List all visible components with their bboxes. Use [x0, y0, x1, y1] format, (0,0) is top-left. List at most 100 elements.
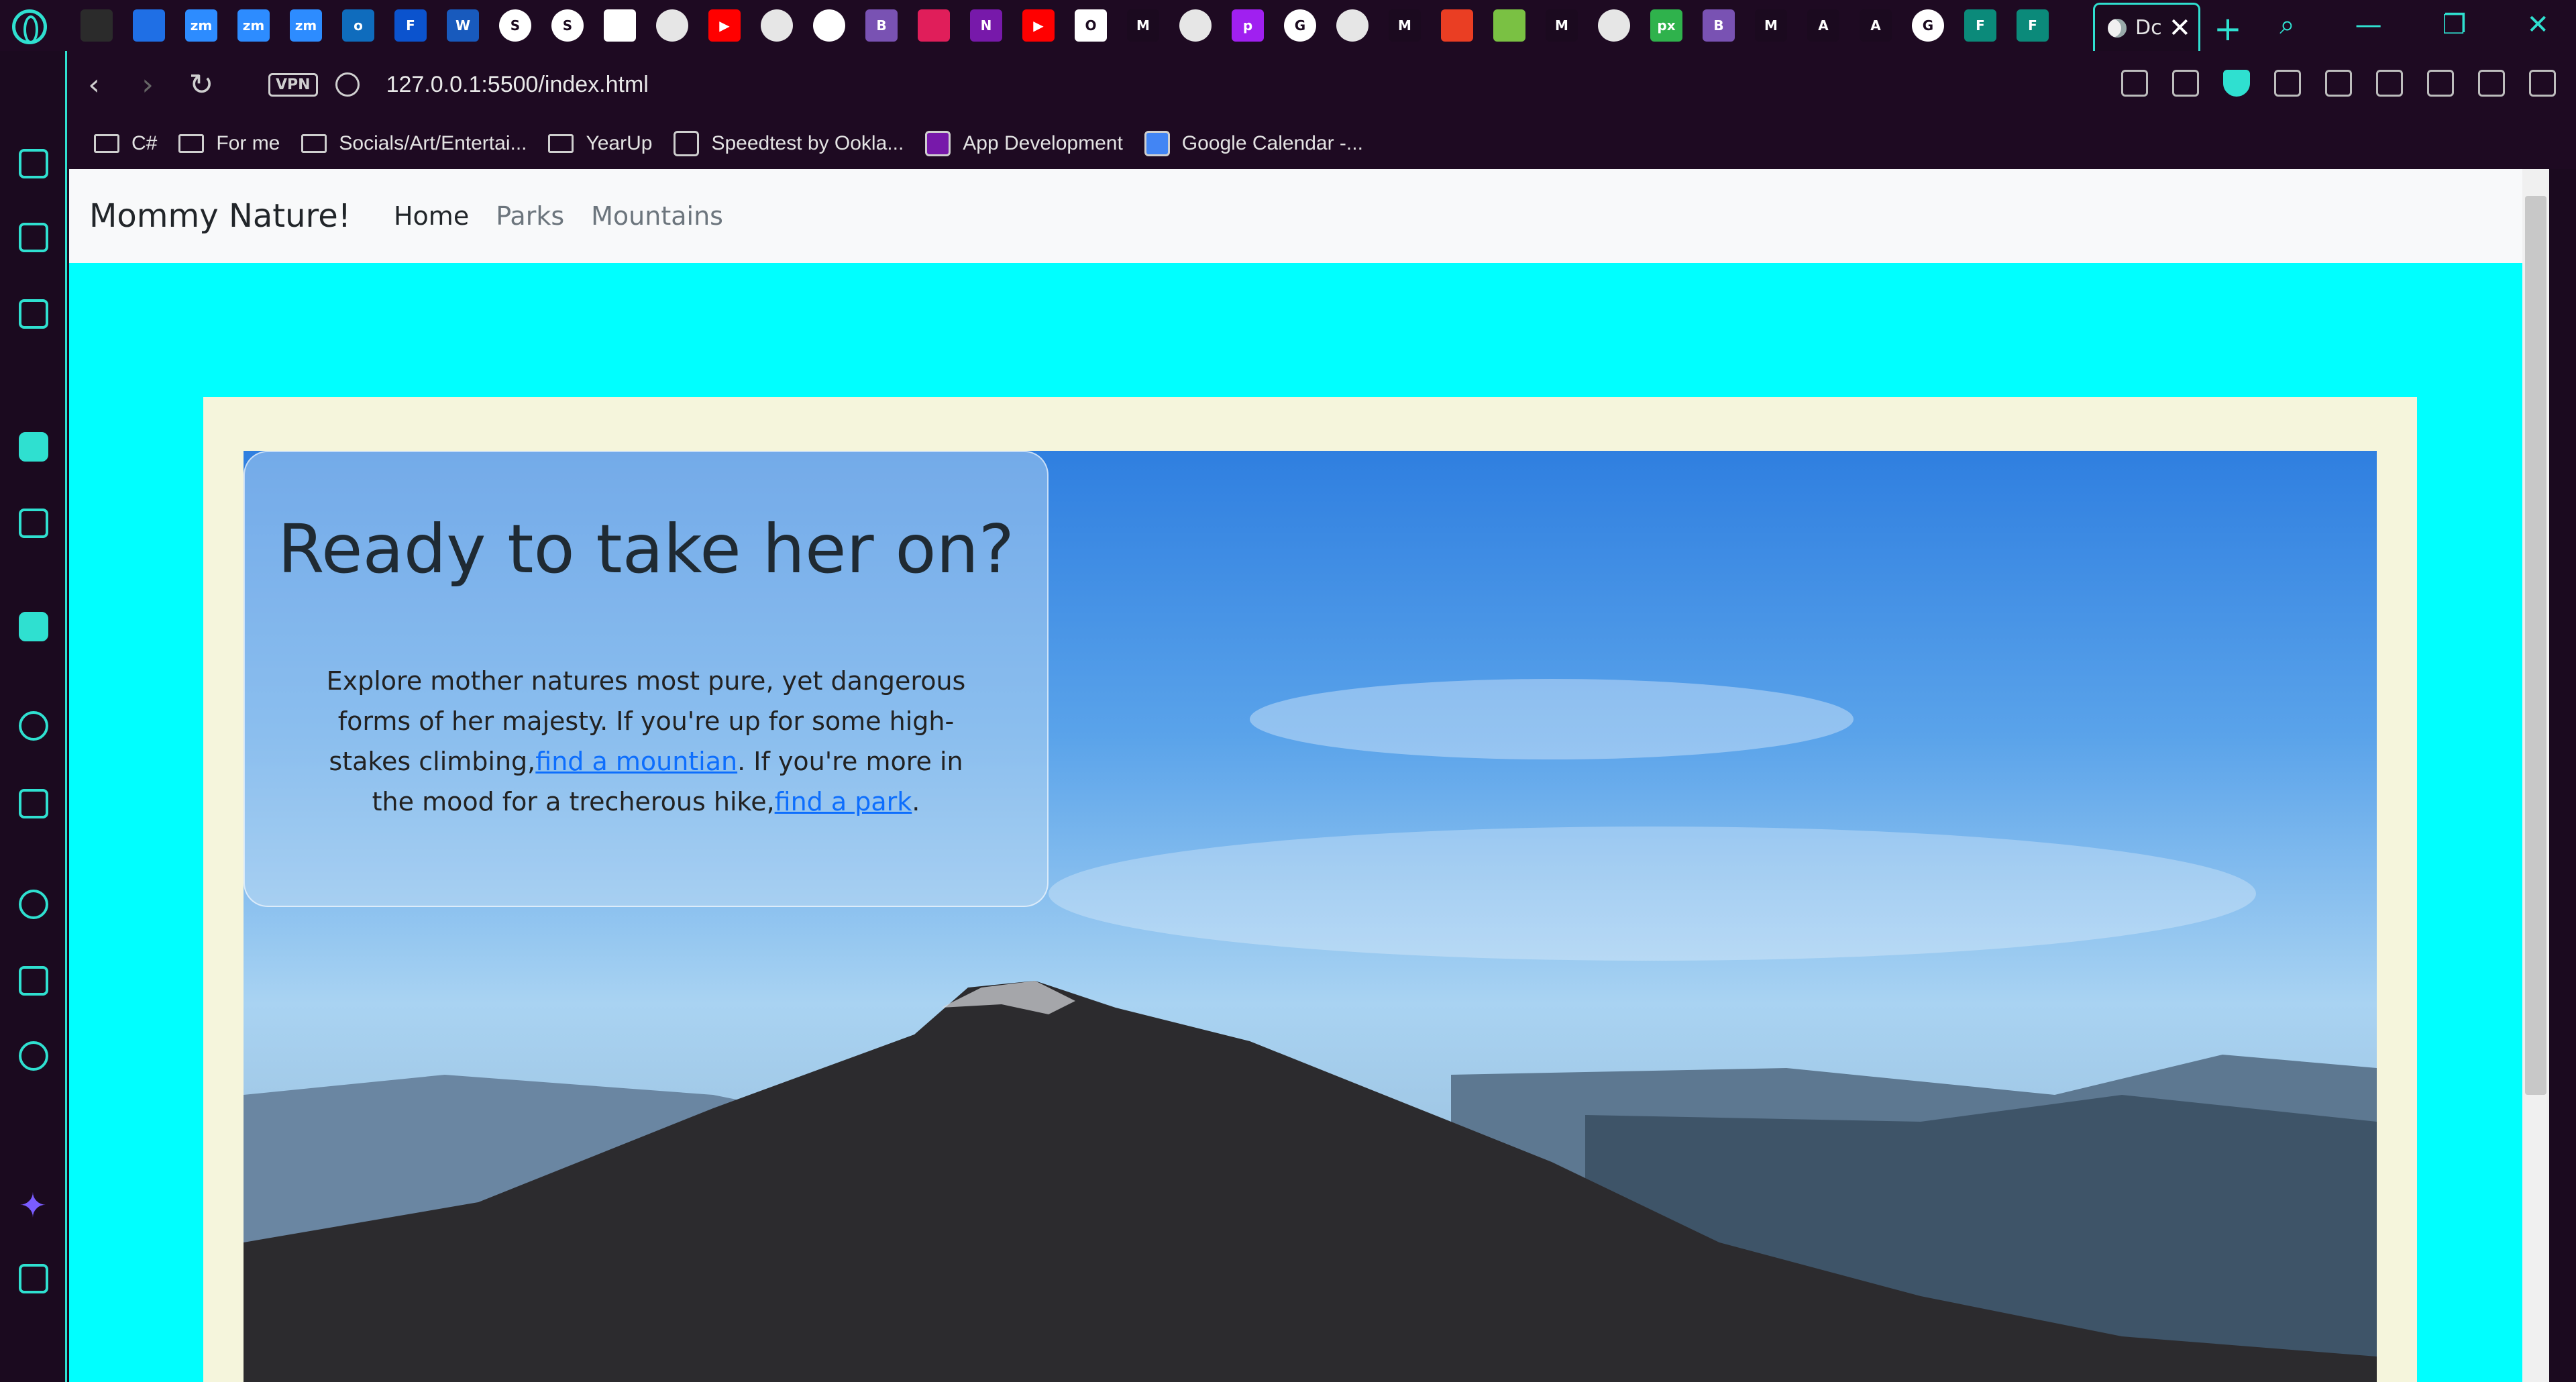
aria-ai-icon[interactable]: ✦ — [19, 1186, 47, 1225]
minimize-icon[interactable]: — — [2355, 9, 2382, 40]
gamepad-icon[interactable] — [80, 9, 113, 42]
word-icon[interactable]: W — [447, 9, 479, 42]
gamepad-icon[interactable] — [19, 509, 48, 538]
gallery-icon[interactable] — [19, 1264, 48, 1293]
opera-logo-icon[interactable] — [12, 9, 47, 44]
forms-icon[interactable]: F — [394, 9, 427, 42]
onenote-icon — [925, 131, 951, 156]
find-park-link[interactable]: find a park — [775, 787, 912, 816]
medium-icon[interactable]: M — [1127, 9, 1159, 42]
close-icon[interactable]: ✕ — [2526, 9, 2549, 40]
scrollbar-thumb[interactable] — [2525, 196, 2546, 1095]
camera-icon[interactable] — [2172, 70, 2199, 97]
bookmark-google-calendar[interactable]: Google Calendar -... — [1144, 131, 1363, 156]
globe-icon[interactable] — [1598, 9, 1630, 42]
bookmarks-bar: C# For me Socials/Art/Entertai... YearUp Spe… — [67, 118, 2576, 169]
folder-icon — [178, 134, 205, 153]
calendar-icon — [1144, 131, 1170, 156]
easy-setup-icon[interactable] — [2478, 70, 2505, 97]
office-icon[interactable] — [1441, 9, 1473, 42]
restore-icon[interactable]: ❐ — [2443, 9, 2467, 40]
bookmark-socials[interactable]: Socials/Art/Entertai... — [301, 132, 527, 155]
nav-link-home[interactable]: Home — [394, 201, 469, 231]
google-icon[interactable]: G — [1912, 9, 1944, 42]
angular-icon[interactable]: A — [1860, 9, 1892, 42]
settings-icon[interactable] — [19, 1041, 48, 1071]
site-info-icon[interactable] — [335, 72, 360, 97]
find-mountain-link[interactable]: find a mountian — [535, 747, 737, 776]
player-icon[interactable] — [19, 711, 48, 741]
zoom-icon[interactable]: zm — [237, 9, 270, 42]
google-icon[interactable]: G — [1284, 9, 1316, 42]
page-scrollbar[interactable] — [2522, 169, 2549, 1382]
url-field[interactable]: 127.0.0.1:5500/index.html — [386, 72, 649, 98]
chip-icon[interactable] — [19, 299, 48, 329]
youtube-icon[interactable]: ▶ — [708, 9, 741, 42]
youtube-icon[interactable]: ▶ — [1022, 9, 1055, 42]
bookmark-csharp[interactable]: C# — [94, 132, 157, 155]
zoom-icon[interactable]: zm — [290, 9, 322, 42]
close-tab-icon[interactable]: ✕ — [2169, 13, 2192, 44]
windows-icon[interactable] — [133, 9, 165, 42]
send-icon[interactable] — [19, 789, 48, 818]
github-icon[interactable] — [813, 9, 845, 42]
reload-icon[interactable]: ↻ — [174, 68, 228, 102]
twitch-icon[interactable] — [19, 223, 48, 252]
toolbar-tools — [2121, 70, 2556, 97]
pixlr-icon[interactable]: px — [1650, 9, 1682, 42]
extensions-icon[interactable] — [19, 966, 48, 996]
medium-icon[interactable]: M — [1389, 9, 1421, 42]
forward-icon[interactable]: › — [121, 68, 174, 102]
home-icon[interactable] — [19, 432, 48, 462]
globe-icon[interactable] — [656, 9, 688, 42]
skype-icon[interactable]: S — [551, 9, 584, 42]
onenote-icon[interactable]: N — [970, 9, 1002, 42]
medium-icon[interactable]: M — [1546, 9, 1578, 42]
search-icon[interactable]: ⌕ — [2279, 9, 2294, 40]
history-icon[interactable] — [19, 890, 48, 919]
outlook-icon[interactable]: o — [342, 9, 374, 42]
bookmark-yearup[interactable]: YearUp — [548, 132, 652, 155]
zoom-icon[interactable]: zm — [185, 9, 217, 42]
medium-icon[interactable]: M — [1755, 9, 1787, 42]
active-tab[interactable]: Dc ✕ — [2093, 3, 2200, 51]
nav-link-mountains[interactable]: Mountains — [591, 201, 723, 231]
globe-icon — [2106, 16, 2129, 40]
sidebar: ✦ ··· — [0, 51, 67, 1382]
skype-icon[interactable]: S — [499, 9, 531, 42]
bootstrap-icon[interactable]: B — [865, 9, 898, 42]
bluestacks-icon[interactable] — [1493, 9, 1525, 42]
more-icon[interactable]: ··· — [16, 1370, 50, 1382]
bootstrap-icon[interactable]: B — [1703, 9, 1735, 42]
bookmark-for-me[interactable]: For me — [178, 132, 280, 155]
slack-icon[interactable] — [918, 9, 950, 42]
notion-icon[interactable]: O — [1075, 9, 1107, 42]
phpstorm-icon[interactable]: p — [1232, 9, 1264, 42]
forms-icon[interactable]: F — [2017, 9, 2049, 42]
profile-icon[interactable] — [2529, 70, 2556, 97]
cube-icon[interactable] — [2376, 70, 2403, 97]
unsplash-icon[interactable] — [604, 9, 636, 42]
globe-icon[interactable] — [1336, 9, 1368, 42]
hero-card: Ready to take her on? Explore mother nat… — [244, 451, 1049, 907]
chatgpt-icon[interactable] — [19, 612, 48, 641]
briefcase-icon[interactable] — [19, 149, 48, 178]
snapshot-edit-icon[interactable] — [2121, 70, 2148, 97]
new-tab-button[interactable]: + — [2214, 9, 2242, 48]
nav-link-parks[interactable]: Parks — [496, 201, 564, 231]
forms-icon[interactable]: F — [1964, 9, 1996, 42]
globe-icon[interactable] — [1179, 9, 1212, 42]
download-icon[interactable] — [2427, 70, 2454, 97]
angular-icon[interactable]: A — [1807, 9, 1839, 42]
site-brand[interactable]: Mommy Nature! — [89, 197, 351, 235]
bookmark-speedtest[interactable]: Speedtest by Ookla... — [674, 131, 904, 156]
globe-icon[interactable] — [761, 9, 793, 42]
hero-title: Ready to take her on? — [278, 510, 1014, 588]
adblock-shield-icon[interactable] — [2223, 70, 2250, 97]
bookmark-app-dev[interactable]: App Development — [925, 131, 1123, 156]
heart-icon[interactable] — [2325, 70, 2352, 97]
back-icon[interactable]: ‹ — [67, 68, 121, 102]
vpn-badge[interactable]: VPN — [268, 72, 318, 97]
send-icon[interactable] — [2274, 70, 2301, 97]
folder-icon — [548, 134, 574, 153]
